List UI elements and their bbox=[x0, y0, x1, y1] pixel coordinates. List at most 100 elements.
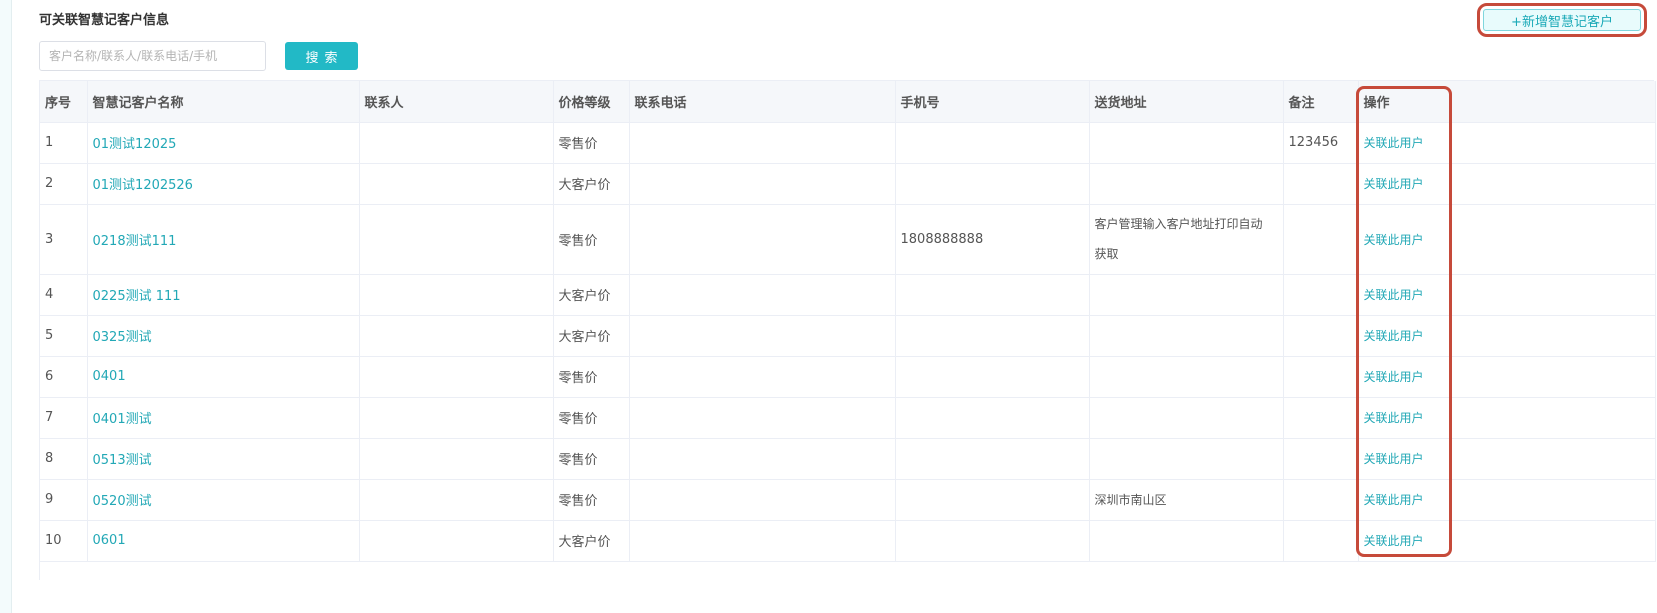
left-panel-edge bbox=[0, 0, 12, 613]
row-contact bbox=[359, 356, 554, 398]
row-price-level: 零售价 bbox=[553, 204, 630, 275]
row-mobile bbox=[895, 520, 1090, 562]
row-contact bbox=[359, 274, 554, 316]
link-user-action[interactable]: 关联此用户 bbox=[1358, 122, 1656, 164]
row-phone bbox=[629, 438, 896, 480]
customer-name: 0401测试 bbox=[87, 397, 360, 439]
row-phone bbox=[629, 163, 896, 205]
row-phone bbox=[629, 479, 896, 521]
row-remark bbox=[1283, 274, 1359, 316]
row-phone bbox=[629, 397, 896, 439]
header-action: 操作 bbox=[1358, 81, 1656, 123]
row-no: 4 bbox=[40, 274, 88, 316]
row-price-level: 零售价 bbox=[553, 122, 630, 164]
row-remark bbox=[1283, 356, 1359, 398]
customer-name: 0401 bbox=[87, 356, 360, 398]
table-row: 1 01测试12025 零售价 123456 关联此用户 bbox=[40, 122, 1656, 164]
table-row: 9 0520测试 零售价 深圳市南山区 关联此用户 bbox=[40, 479, 1656, 521]
row-no: 2 bbox=[40, 163, 88, 205]
row-no: 3 bbox=[40, 204, 88, 275]
add-button-highlight: +新增智慧记客户 bbox=[1477, 3, 1647, 37]
row-address: 深圳市南山区 bbox=[1089, 479, 1284, 521]
row-remark bbox=[1283, 520, 1359, 562]
table-row: 10 0601 大客户价 关联此用户 bbox=[40, 520, 1656, 562]
row-no: 5 bbox=[40, 315, 88, 357]
search-input[interactable] bbox=[39, 41, 266, 71]
link-user-action[interactable]: 关联此用户 bbox=[1358, 479, 1656, 521]
row-phone bbox=[629, 520, 896, 562]
row-price-level: 大客户价 bbox=[553, 274, 630, 316]
row-phone bbox=[629, 274, 896, 316]
link-user-action[interactable]: 关联此用户 bbox=[1358, 274, 1656, 316]
table-row: 7 0401测试 零售价 关联此用户 bbox=[40, 397, 1656, 439]
row-no: 7 bbox=[40, 397, 88, 439]
row-phone bbox=[629, 356, 896, 398]
table-row: 6 0401 零售价 关联此用户 bbox=[40, 356, 1656, 398]
header-name: 智慧记客户名称 bbox=[87, 81, 360, 123]
row-remark bbox=[1283, 204, 1359, 275]
customer-name: 0218测试111 bbox=[87, 204, 360, 275]
row-phone bbox=[629, 315, 896, 357]
header-mobile: 手机号 bbox=[895, 81, 1090, 123]
row-no: 8 bbox=[40, 438, 88, 480]
customer-table: 序号 智慧记客户名称 联系人 价格等级 联系电话 手机号 送货地址 备注 操作 … bbox=[39, 80, 1656, 580]
search-button[interactable]: 搜索 bbox=[285, 42, 358, 70]
row-no: 6 bbox=[40, 356, 88, 398]
row-remark: 123456 bbox=[1283, 122, 1359, 164]
customer-name: 0325测试 bbox=[87, 315, 360, 357]
link-user-action[interactable]: 关联此用户 bbox=[1358, 204, 1656, 275]
customer-name: 01测试1202526 bbox=[87, 163, 360, 205]
row-address bbox=[1089, 520, 1284, 562]
row-phone bbox=[629, 122, 896, 164]
row-mobile: 1808888888 bbox=[895, 204, 1090, 275]
row-address bbox=[1089, 397, 1284, 439]
header-price-level: 价格等级 bbox=[553, 81, 630, 123]
page-title: 可关联智慧记客户信息 bbox=[39, 13, 170, 28]
row-address bbox=[1089, 356, 1284, 398]
row-address bbox=[1089, 438, 1284, 480]
link-user-action[interactable]: 关联此用户 bbox=[1358, 356, 1656, 398]
row-no: 10 bbox=[40, 520, 88, 562]
row-mobile bbox=[895, 163, 1090, 205]
header-address: 送货地址 bbox=[1089, 81, 1284, 123]
header-remark: 备注 bbox=[1283, 81, 1359, 123]
header-no: 序号 bbox=[40, 81, 88, 123]
row-mobile bbox=[895, 356, 1090, 398]
customer-name: 0601 bbox=[87, 520, 360, 562]
row-address: 客户管理输入客户地址打印自动 获取 bbox=[1089, 204, 1284, 275]
table-row: 8 0513测试 零售价 关联此用户 bbox=[40, 438, 1656, 480]
row-mobile bbox=[895, 479, 1090, 521]
add-customer-button[interactable]: +新增智慧记客户 bbox=[1483, 9, 1641, 31]
row-address bbox=[1089, 122, 1284, 164]
row-contact bbox=[359, 438, 554, 480]
link-user-action[interactable]: 关联此用户 bbox=[1358, 163, 1656, 205]
header-contact: 联系人 bbox=[359, 81, 554, 123]
link-user-action[interactable]: 关联此用户 bbox=[1358, 520, 1656, 562]
row-address bbox=[1089, 315, 1284, 357]
row-mobile bbox=[895, 122, 1090, 164]
table-header-row: 序号 智慧记客户名称 联系人 价格等级 联系电话 手机号 送货地址 备注 操作 bbox=[40, 81, 1656, 123]
row-contact bbox=[359, 204, 554, 275]
link-user-action[interactable]: 关联此用户 bbox=[1358, 438, 1656, 480]
row-contact bbox=[359, 397, 554, 439]
address-line: 客户管理输入客户地址打印自动 bbox=[1094, 217, 1263, 231]
table-row: 3 0218测试111 零售价 1808888888 客户管理输入客户地址打印自… bbox=[40, 204, 1656, 275]
customer-name: 0225测试 111 bbox=[87, 274, 360, 316]
customer-name: 01测试12025 bbox=[87, 122, 360, 164]
link-user-action[interactable]: 关联此用户 bbox=[1358, 315, 1656, 357]
address-line: 获取 bbox=[1094, 247, 1119, 261]
row-price-level: 零售价 bbox=[553, 479, 630, 521]
customer-name: 0513测试 bbox=[87, 438, 360, 480]
row-address bbox=[1089, 274, 1284, 316]
row-price-level: 零售价 bbox=[553, 356, 630, 398]
header-phone: 联系电话 bbox=[629, 81, 896, 123]
row-contact bbox=[359, 520, 554, 562]
row-remark bbox=[1283, 397, 1359, 439]
row-contact bbox=[359, 479, 554, 521]
row-mobile bbox=[895, 315, 1090, 357]
row-price-level: 零售价 bbox=[553, 397, 630, 439]
link-user-action[interactable]: 关联此用户 bbox=[1358, 397, 1656, 439]
row-remark bbox=[1283, 163, 1359, 205]
row-price-level: 大客户价 bbox=[553, 163, 630, 205]
row-price-level: 大客户价 bbox=[553, 315, 630, 357]
